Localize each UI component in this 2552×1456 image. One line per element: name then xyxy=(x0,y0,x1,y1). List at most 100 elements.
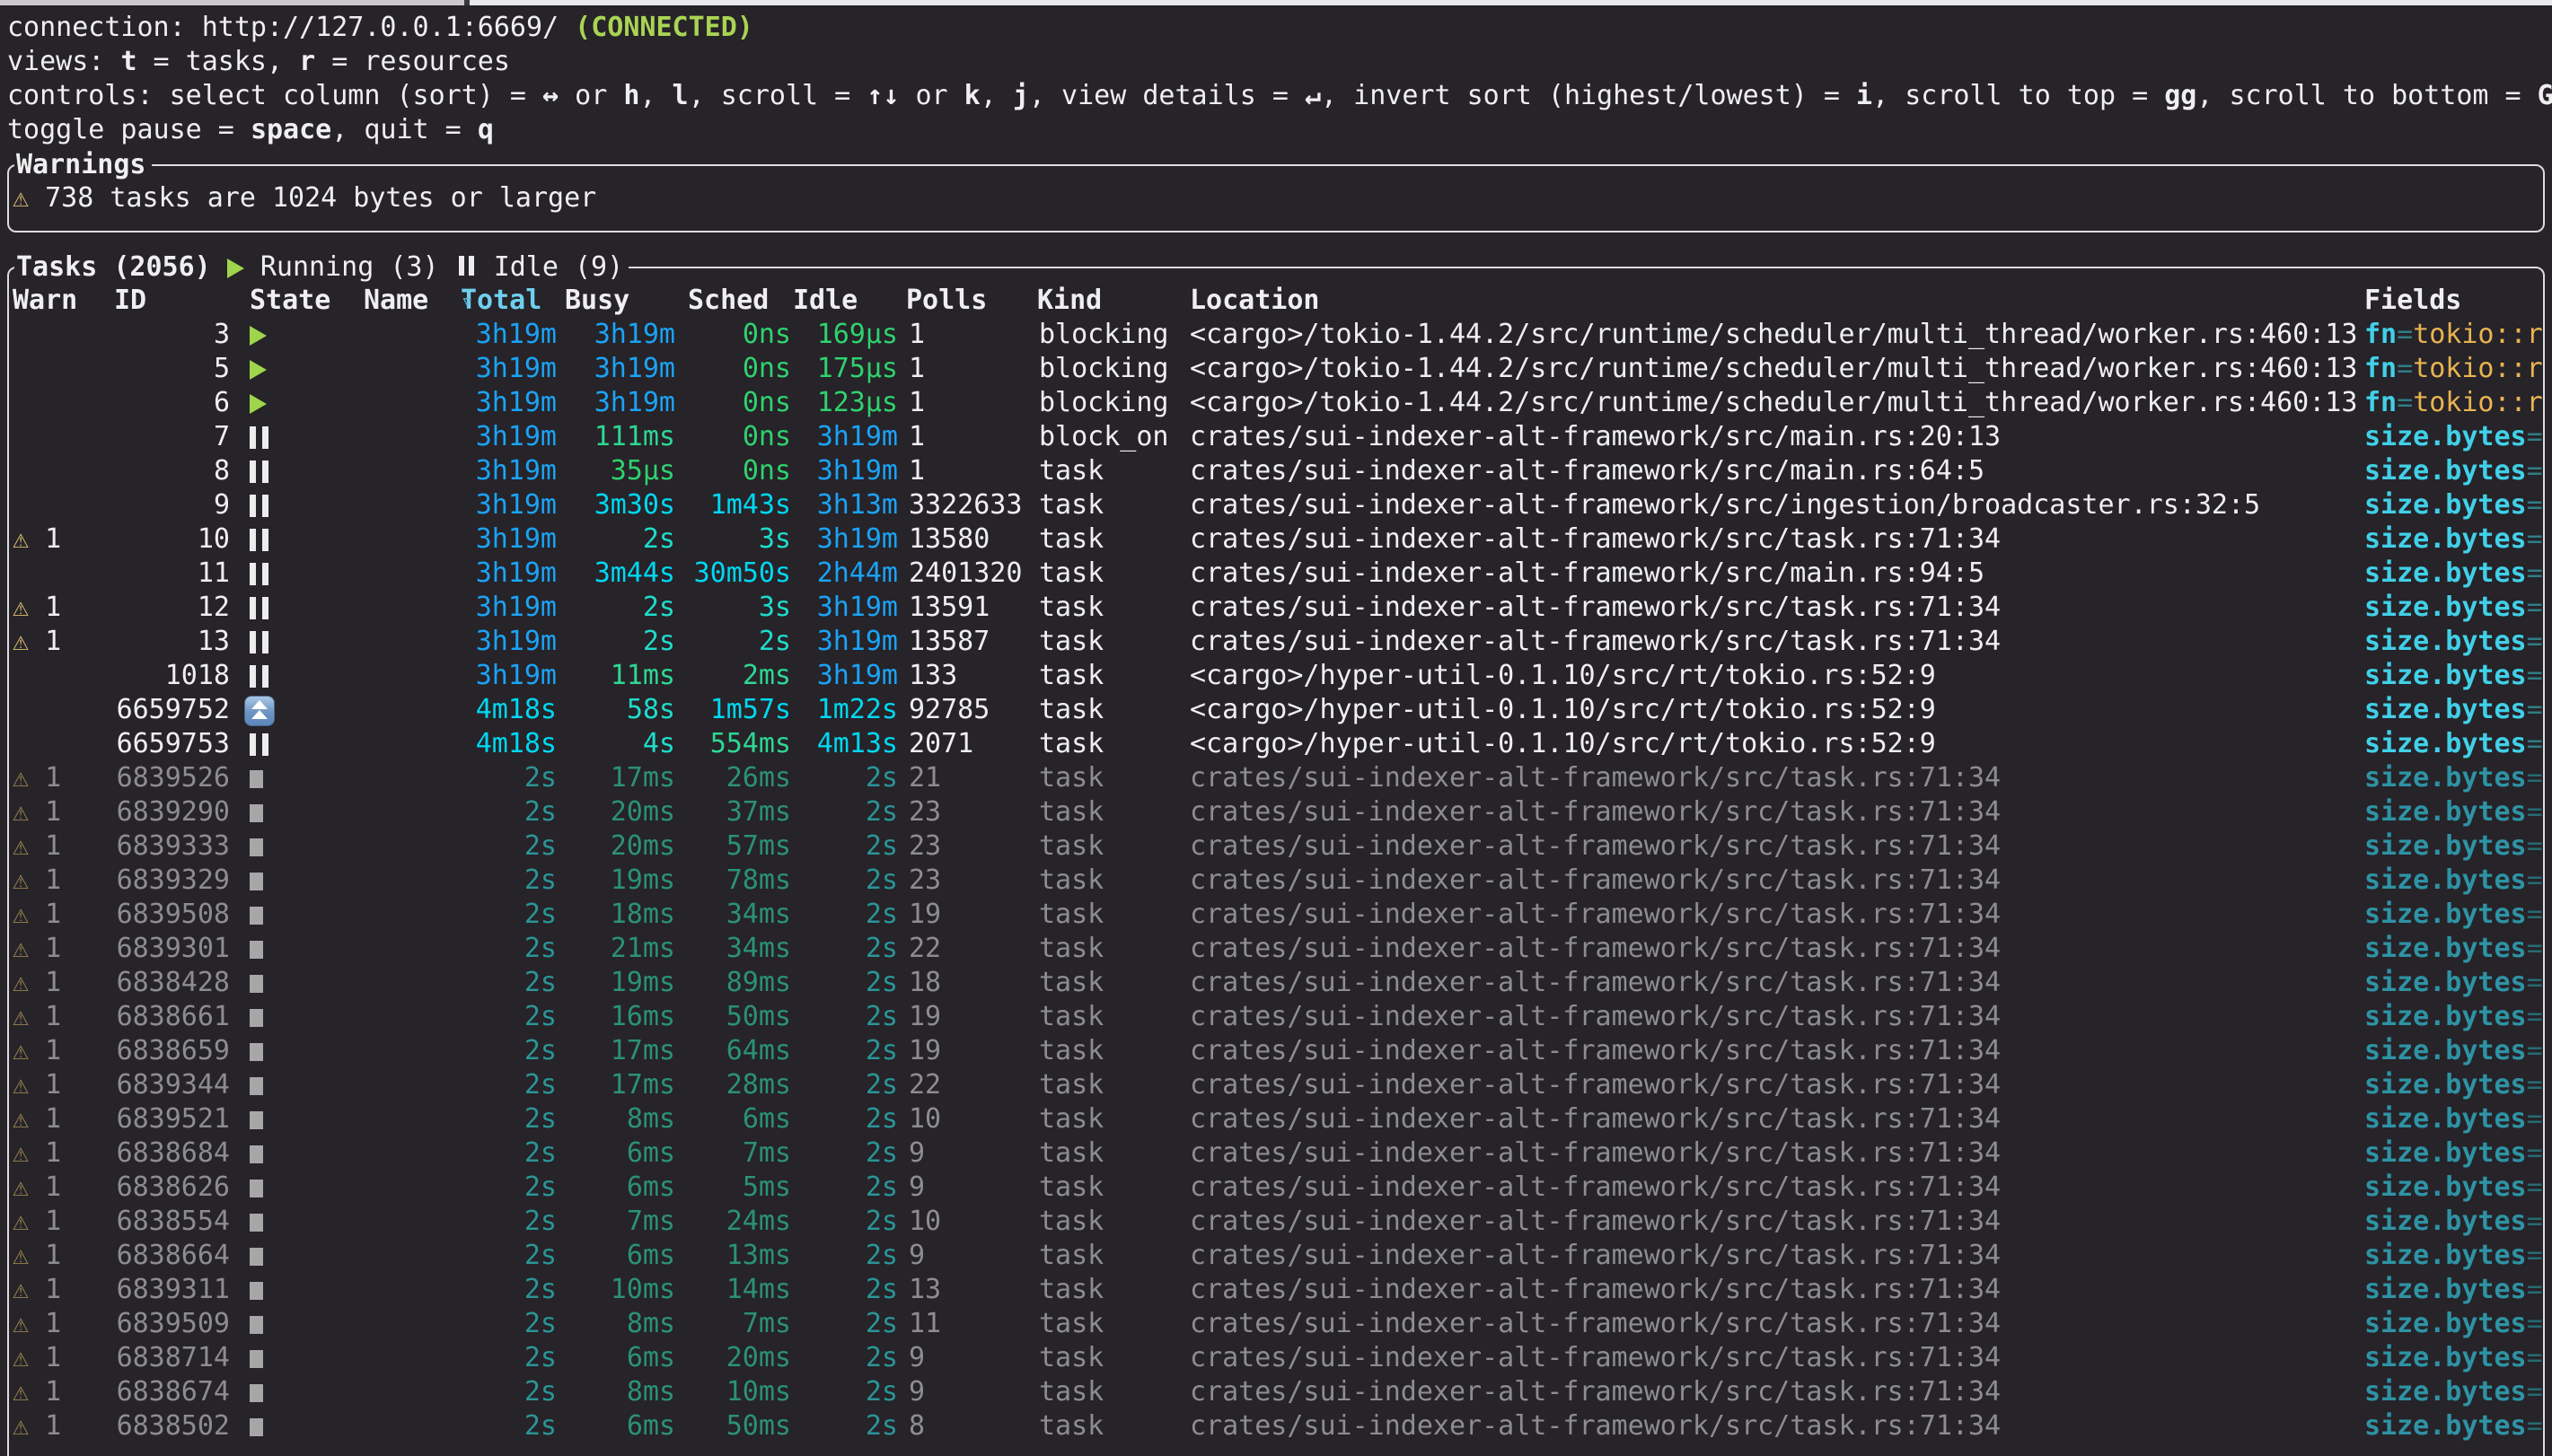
cell-state xyxy=(250,761,307,795)
task-row[interactable]: ⚠ 168393112s10ms14ms2s13taskcrates/sui-i… xyxy=(0,1273,2552,1307)
idle-state-icon xyxy=(250,733,268,756)
cell-warn: ⚠ 1 xyxy=(13,1409,95,1443)
task-row[interactable]: ⚠ 168395262s17ms26ms2s21taskcrates/sui-i… xyxy=(0,761,2552,795)
task-row[interactable]: 53h19m3h19m0ns175µs1blocking<cargo>/toki… xyxy=(0,352,2552,386)
cell-location: crates/sui-indexer-alt-framework/src/tas… xyxy=(1190,625,2362,659)
task-row[interactable]: ⚠ 168393442s17ms28ms2s22taskcrates/sui-i… xyxy=(0,1068,2552,1102)
running-icon xyxy=(227,259,244,278)
task-row[interactable]: 63h19m3h19m0ns123µs1blocking<cargo>/toki… xyxy=(0,386,2552,420)
cell-sched: 57ms xyxy=(674,829,791,864)
task-row[interactable]: ⚠ 168393332s20ms57ms2s23taskcrates/sui-i… xyxy=(0,829,2552,864)
cell-busy: 11ms xyxy=(559,659,675,693)
task-row[interactable]: ⚠ 168384282s19ms89ms2s18taskcrates/sui-i… xyxy=(0,966,2552,1000)
task-row[interactable]: ⚠ 168385542s7ms24ms2s10taskcrates/sui-in… xyxy=(0,1205,2552,1239)
warning-triangle-icon: ⚠ xyxy=(13,967,29,998)
cell-kind: task xyxy=(1039,727,1183,761)
cell-id: 9 xyxy=(99,488,230,522)
completed-state-icon xyxy=(250,1282,263,1300)
cell-warn: ⚠ 1 xyxy=(13,1307,95,1341)
warning-triangle-icon: ⚠ xyxy=(13,1240,29,1271)
task-row[interactable]: 33h19m3h19m0ns169µs1blocking<cargo>/toki… xyxy=(0,318,2552,352)
cell-idle: 2s xyxy=(781,932,898,966)
cell-state xyxy=(250,727,307,761)
task-row[interactable]: ⚠ 1103h19m2s3s3h19m13580taskcrates/sui-i… xyxy=(0,522,2552,557)
cell-sched: 6ms xyxy=(674,1102,791,1136)
task-row[interactable]: 93h19m3m30s1m43s3h13m3322633taskcrates/s… xyxy=(0,488,2552,522)
task-row[interactable]: ⚠ 168385022s6ms50ms2s8taskcrates/sui-ind… xyxy=(0,1409,2552,1443)
task-row[interactable]: ⚠ 168392902s20ms37ms2s23taskcrates/sui-i… xyxy=(0,795,2552,829)
column-header-name[interactable]: Name xyxy=(364,284,428,318)
cell-polls: 1 xyxy=(909,420,1034,454)
cell-total: 3h19m xyxy=(422,352,557,386)
cell-total: 2s xyxy=(422,1205,557,1239)
task-row[interactable]: ⚠ 168395212s8ms6ms2s10taskcrates/sui-ind… xyxy=(0,1102,2552,1136)
cell-id: 6 xyxy=(99,386,230,420)
task-row[interactable]: 66597534m18s4s554ms4m13s2071task<cargo>/… xyxy=(0,727,2552,761)
column-header-polls[interactable]: Polls xyxy=(906,284,987,318)
cell-location: crates/sui-indexer-alt-framework/src/tas… xyxy=(1190,1205,2362,1239)
cell-location: crates/sui-indexer-alt-framework/src/mai… xyxy=(1190,557,2362,591)
completed-state-icon xyxy=(250,1248,263,1266)
task-row[interactable]: ⚠ 168395092s8ms7ms2s11taskcrates/sui-ind… xyxy=(0,1307,2552,1341)
cell-busy: 21ms xyxy=(559,932,675,966)
task-row[interactable]: 113h19m3m44s30m50s2h44m2401320taskcrates… xyxy=(0,557,2552,591)
cell-state xyxy=(250,522,307,557)
column-header-warn[interactable]: Warn xyxy=(13,284,77,318)
task-row[interactable]: 66597524m18s58s1m57s1m22s92785task<cargo… xyxy=(0,693,2552,727)
task-row[interactable]: ⚠ 168386592s17ms64ms2s19taskcrates/sui-i… xyxy=(0,1034,2552,1068)
column-header-busy[interactable]: Busy xyxy=(565,284,629,318)
task-row[interactable]: ⚠ 168386742s8ms10ms2s9taskcrates/sui-ind… xyxy=(0,1375,2552,1409)
task-row[interactable]: ⚠ 168386642s6ms13ms2s9taskcrates/sui-ind… xyxy=(0,1239,2552,1273)
completed-state-icon xyxy=(250,1418,263,1436)
task-row[interactable]: ⚠ 168395082s18ms34ms2s19taskcrates/sui-i… xyxy=(0,898,2552,932)
cell-warn: ⚠ 1 xyxy=(13,625,95,659)
cell-total: 2s xyxy=(422,966,557,1000)
task-row[interactable]: ⚠ 168386842s6ms7ms2s9taskcrates/sui-inde… xyxy=(0,1136,2552,1171)
cell-fields: size.bytes= xyxy=(2364,488,2552,522)
cell-location: crates/sui-indexer-alt-framework/src/tas… xyxy=(1190,1341,2362,1375)
cell-total: 2s xyxy=(422,1341,557,1375)
column-header-kind[interactable]: Kind xyxy=(1037,284,1102,318)
task-row[interactable]: ⚠ 1123h19m2s3s3h19m13591taskcrates/sui-i… xyxy=(0,591,2552,625)
task-row[interactable]: ⚠ 168386612s16ms50ms2s19taskcrates/sui-i… xyxy=(0,1000,2552,1034)
task-row[interactable]: 10183h19m11ms2ms3h19m133task<cargo>/hype… xyxy=(0,659,2552,693)
task-row[interactable]: ⚠ 168393012s21ms34ms2s22taskcrates/sui-i… xyxy=(0,932,2552,966)
cell-location: <cargo>/tokio-1.44.2/src/runtime/schedul… xyxy=(1190,352,2362,386)
column-header-location[interactable]: Location xyxy=(1190,284,1320,318)
cell-state xyxy=(244,693,302,727)
cell-fields: size.bytes= xyxy=(2364,1171,2552,1205)
controls-line: controls: select column (sort) = ↔ or h,… xyxy=(7,79,2552,113)
column-header-id[interactable]: ID xyxy=(114,284,146,318)
cell-warn: ⚠ 1 xyxy=(13,932,95,966)
cell-total: 2s xyxy=(422,1239,557,1273)
cell-sched: 20ms xyxy=(674,1341,791,1375)
column-header-sched[interactable]: Sched xyxy=(688,284,769,318)
cell-fields: size.bytes= xyxy=(2364,557,2552,591)
cell-fields: fn=tokio::r xyxy=(2364,352,2552,386)
idle-state-icon xyxy=(250,426,268,449)
cell-total: 3h19m xyxy=(422,625,557,659)
column-header-idle[interactable]: Idle xyxy=(793,284,858,318)
task-row[interactable]: ⚠ 168393292s19ms78ms2s23taskcrates/sui-i… xyxy=(0,864,2552,898)
cell-polls: 13587 xyxy=(909,625,1034,659)
cell-id: 13 xyxy=(99,625,230,659)
cell-sched: 28ms xyxy=(674,1068,791,1102)
cell-state xyxy=(250,454,307,488)
window-edge-right xyxy=(470,0,2552,5)
task-row[interactable]: 73h19m111ms0ns3h19m1block_oncrates/sui-i… xyxy=(0,420,2552,454)
task-row[interactable]: ⚠ 1133h19m2s2s3h19m13587taskcrates/sui-i… xyxy=(0,625,2552,659)
cell-state xyxy=(250,1068,307,1102)
cell-fields: size.bytes= xyxy=(2364,1239,2552,1273)
cell-kind: task xyxy=(1039,1000,1183,1034)
task-row[interactable]: 83h19m35µs0ns3h19m1taskcrates/sui-indexe… xyxy=(0,454,2552,488)
cell-busy: 6ms xyxy=(559,1409,675,1443)
cell-idle: 2s xyxy=(781,1205,898,1239)
column-header-fields[interactable]: Fields xyxy=(2364,284,2461,318)
cell-total: 3h19m xyxy=(422,557,557,591)
task-row[interactable]: ⚠ 168386262s6ms5ms2s9taskcrates/sui-inde… xyxy=(0,1171,2552,1205)
cell-polls: 3322633 xyxy=(909,488,1034,522)
cell-warn xyxy=(13,352,95,386)
task-row[interactable]: ⚠ 168387142s6ms20ms2s9taskcrates/sui-ind… xyxy=(0,1341,2552,1375)
cell-sched: 10ms xyxy=(674,1375,791,1409)
column-header-state[interactable]: State xyxy=(250,284,330,318)
